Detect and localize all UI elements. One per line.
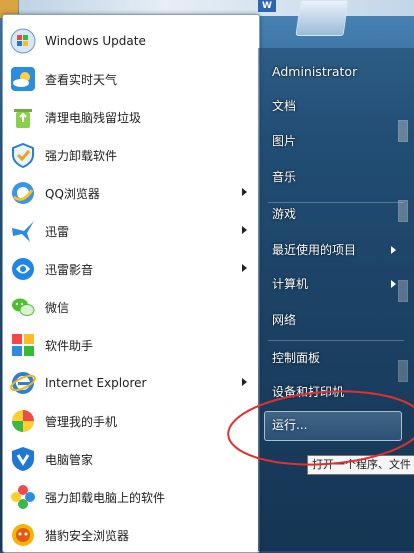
program-label: 迅雷影音 (45, 262, 94, 277)
program-item[interactable]: 查看实时天气 (9, 62, 253, 96)
submenu-arrow-icon (391, 280, 396, 288)
menu-separator (268, 340, 404, 341)
submenu-arrow-icon (242, 378, 247, 386)
program-label: 迅雷 (45, 224, 70, 239)
program-label: 强力卸载软件 (45, 148, 118, 163)
program-item[interactable]: 迅雷影音 (9, 252, 253, 286)
program-label: 管理我的手机 (45, 414, 118, 429)
menu-separator (268, 202, 404, 203)
place-item[interactable]: 网络 (272, 309, 296, 331)
start-menu-programs-pane: Windows Update 查看实时天气清理电脑残留垃圾 强力卸载软件 QQ浏览器迅… (2, 14, 260, 553)
place-item[interactable]: 文档 (272, 95, 296, 117)
program-item[interactable]: 电脑管家 (9, 442, 253, 476)
program-label: 强力卸载电脑上的软件 (45, 490, 166, 505)
pc-manager-shield-icon (9, 445, 37, 473)
cheetah-browser-icon (9, 521, 37, 549)
run-tooltip: 打开一个程序、文件 (307, 455, 414, 475)
program-label: Internet Explorer (45, 376, 147, 390)
uninstall-flower-icon (9, 483, 37, 511)
program-item[interactable]: QQ浏览器 (9, 176, 253, 210)
phone-manager-icon (9, 407, 37, 435)
place-item[interactable]: 设备和打印机 (272, 381, 344, 403)
thunder-bird-icon (9, 217, 37, 245)
run-label: 运行... (272, 418, 308, 432)
word-document-icon[interactable]: W (258, 0, 276, 12)
program-item[interactable]: Windows Update (9, 24, 253, 58)
weather-icon (9, 65, 37, 93)
program-item[interactable]: 强力卸载电脑上的软件 (9, 480, 253, 514)
windows-update-icon (9, 27, 37, 55)
internet-explorer-icon (9, 369, 37, 397)
place-item[interactable]: 计算机 (272, 273, 308, 295)
wechat-icon (9, 293, 37, 321)
submenu-arrow-icon (391, 246, 396, 254)
program-label: 查看实时天气 (45, 72, 118, 87)
shield-uninstall-icon (9, 141, 37, 169)
program-item[interactable]: 迅雷 (9, 214, 253, 248)
program-label: 电脑管家 (45, 452, 94, 467)
place-item[interactable]: 游戏 (272, 203, 296, 225)
program-label: 清理电脑残留垃圾 (45, 110, 142, 125)
place-item[interactable]: 音乐 (272, 166, 296, 188)
program-item[interactable]: 管理我的手机 (9, 404, 253, 438)
program-label: QQ浏览器 (45, 186, 100, 201)
submenu-arrow-icon (242, 188, 247, 196)
start-menu-places-pane (258, 48, 414, 551)
place-item[interactable]: 最近使用的项目 (272, 239, 356, 261)
submenu-arrow-icon (242, 264, 247, 272)
software-helper-icon (9, 331, 37, 359)
program-item[interactable]: 清理电脑残留垃圾 (9, 100, 253, 134)
user-name-link[interactable]: Administrator (272, 61, 357, 83)
desktop-shortcut-icon[interactable] (295, 0, 349, 36)
submenu-arrow-icon (242, 226, 247, 234)
program-label: 微信 (45, 300, 70, 315)
qq-browser-icon (9, 179, 37, 207)
recycle-bin-icon (9, 103, 37, 131)
program-label: 猎豹安全浏览器 (45, 528, 130, 543)
program-item[interactable]: 强力卸载软件 (9, 138, 253, 172)
thunder-player-icon (9, 255, 37, 283)
place-item[interactable]: 控制面板 (272, 347, 320, 369)
program-item[interactable]: 猎豹安全浏览器 (9, 518, 253, 552)
program-item[interactable]: 软件助手 (9, 328, 253, 362)
program-label: Windows Update (45, 34, 146, 48)
program-item[interactable]: 微信 (9, 290, 253, 324)
place-item[interactable]: 图片 (272, 130, 296, 152)
program-label: 软件助手 (45, 338, 94, 353)
program-item[interactable]: Internet Explorer (9, 366, 253, 400)
